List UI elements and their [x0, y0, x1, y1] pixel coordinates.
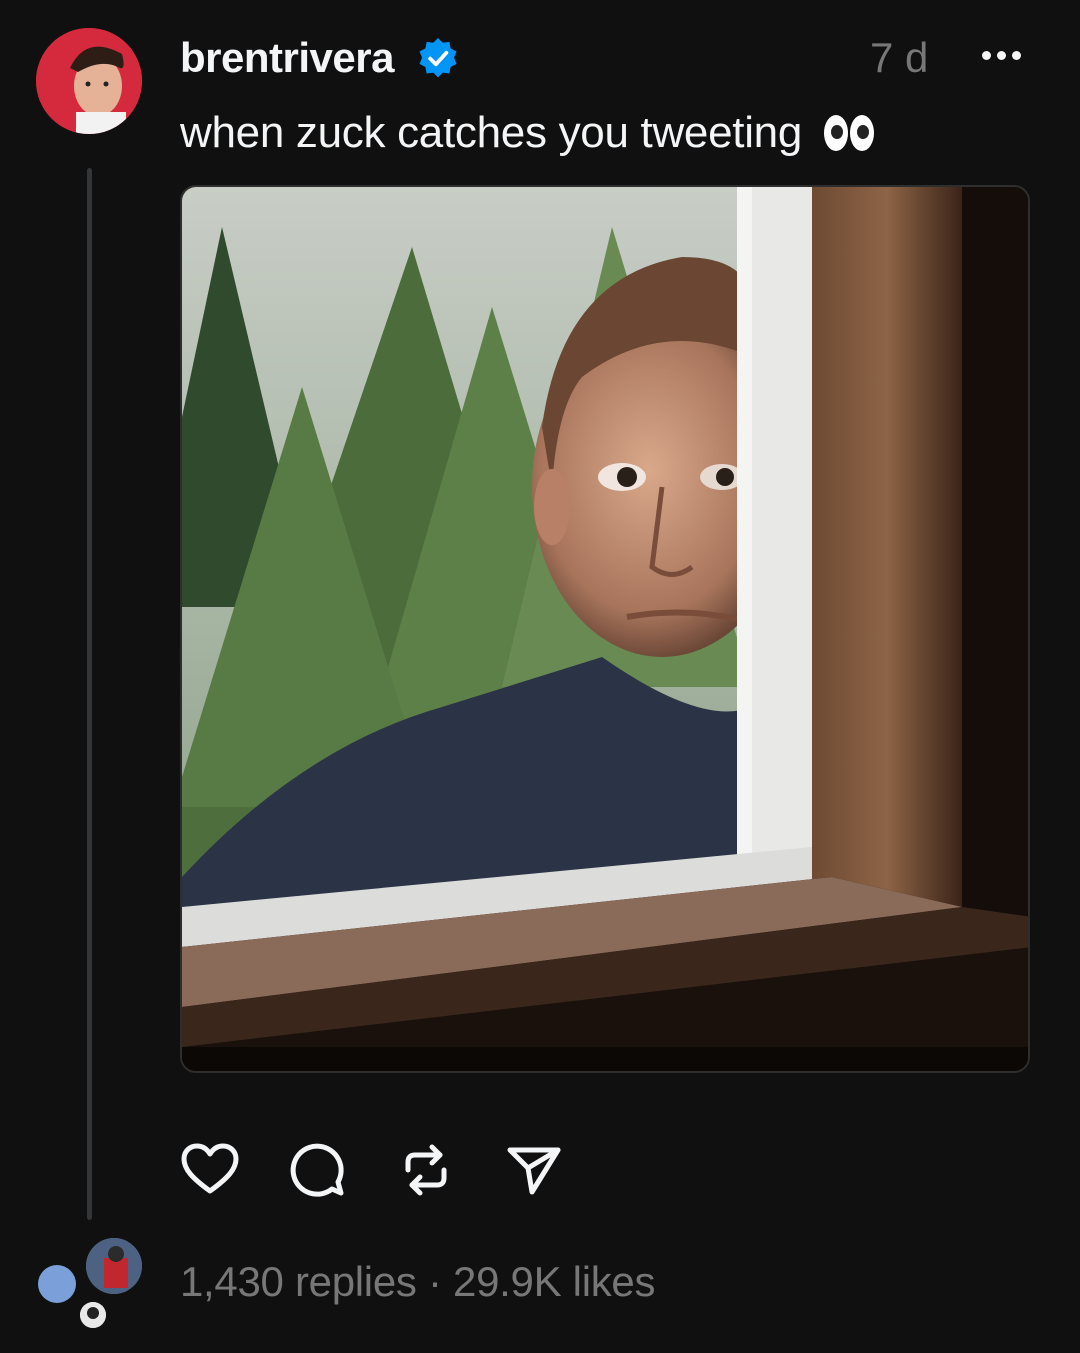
eyes-emoji-icon — [823, 115, 876, 155]
replier-avatar[interactable] — [86, 1238, 142, 1294]
more-options-button[interactable] — [982, 38, 1034, 72]
post-caption: when zuck catches you tweeting — [180, 108, 876, 158]
dot-icon — [1012, 50, 1021, 60]
comment-icon[interactable] — [288, 1140, 348, 1200]
author-avatar[interactable] — [36, 28, 142, 134]
replier-avatar[interactable] — [38, 1265, 76, 1303]
post-stats: 1,430 replies · 29.9K likes — [180, 1258, 656, 1306]
repost-icon[interactable] — [396, 1140, 456, 1200]
verified-badge-icon — [419, 38, 457, 78]
heart-icon[interactable] — [180, 1140, 240, 1200]
post-image[interactable] — [180, 185, 1030, 1073]
replies-count[interactable]: 1,430 replies — [180, 1258, 417, 1305]
likes-count[interactable]: 29.9K likes — [453, 1258, 655, 1305]
share-icon[interactable] — [504, 1140, 564, 1200]
replier-avatar[interactable] — [80, 1302, 106, 1328]
post-time: 7 d — [870, 34, 929, 81]
author-username[interactable]: brentrivera — [180, 34, 394, 82]
thread-line — [87, 168, 92, 1220]
caption-text: when zuck catches you tweeting — [180, 108, 803, 157]
dot-icon — [982, 50, 991, 60]
stats-separator: · — [416, 1258, 454, 1305]
dot-icon — [997, 50, 1006, 60]
